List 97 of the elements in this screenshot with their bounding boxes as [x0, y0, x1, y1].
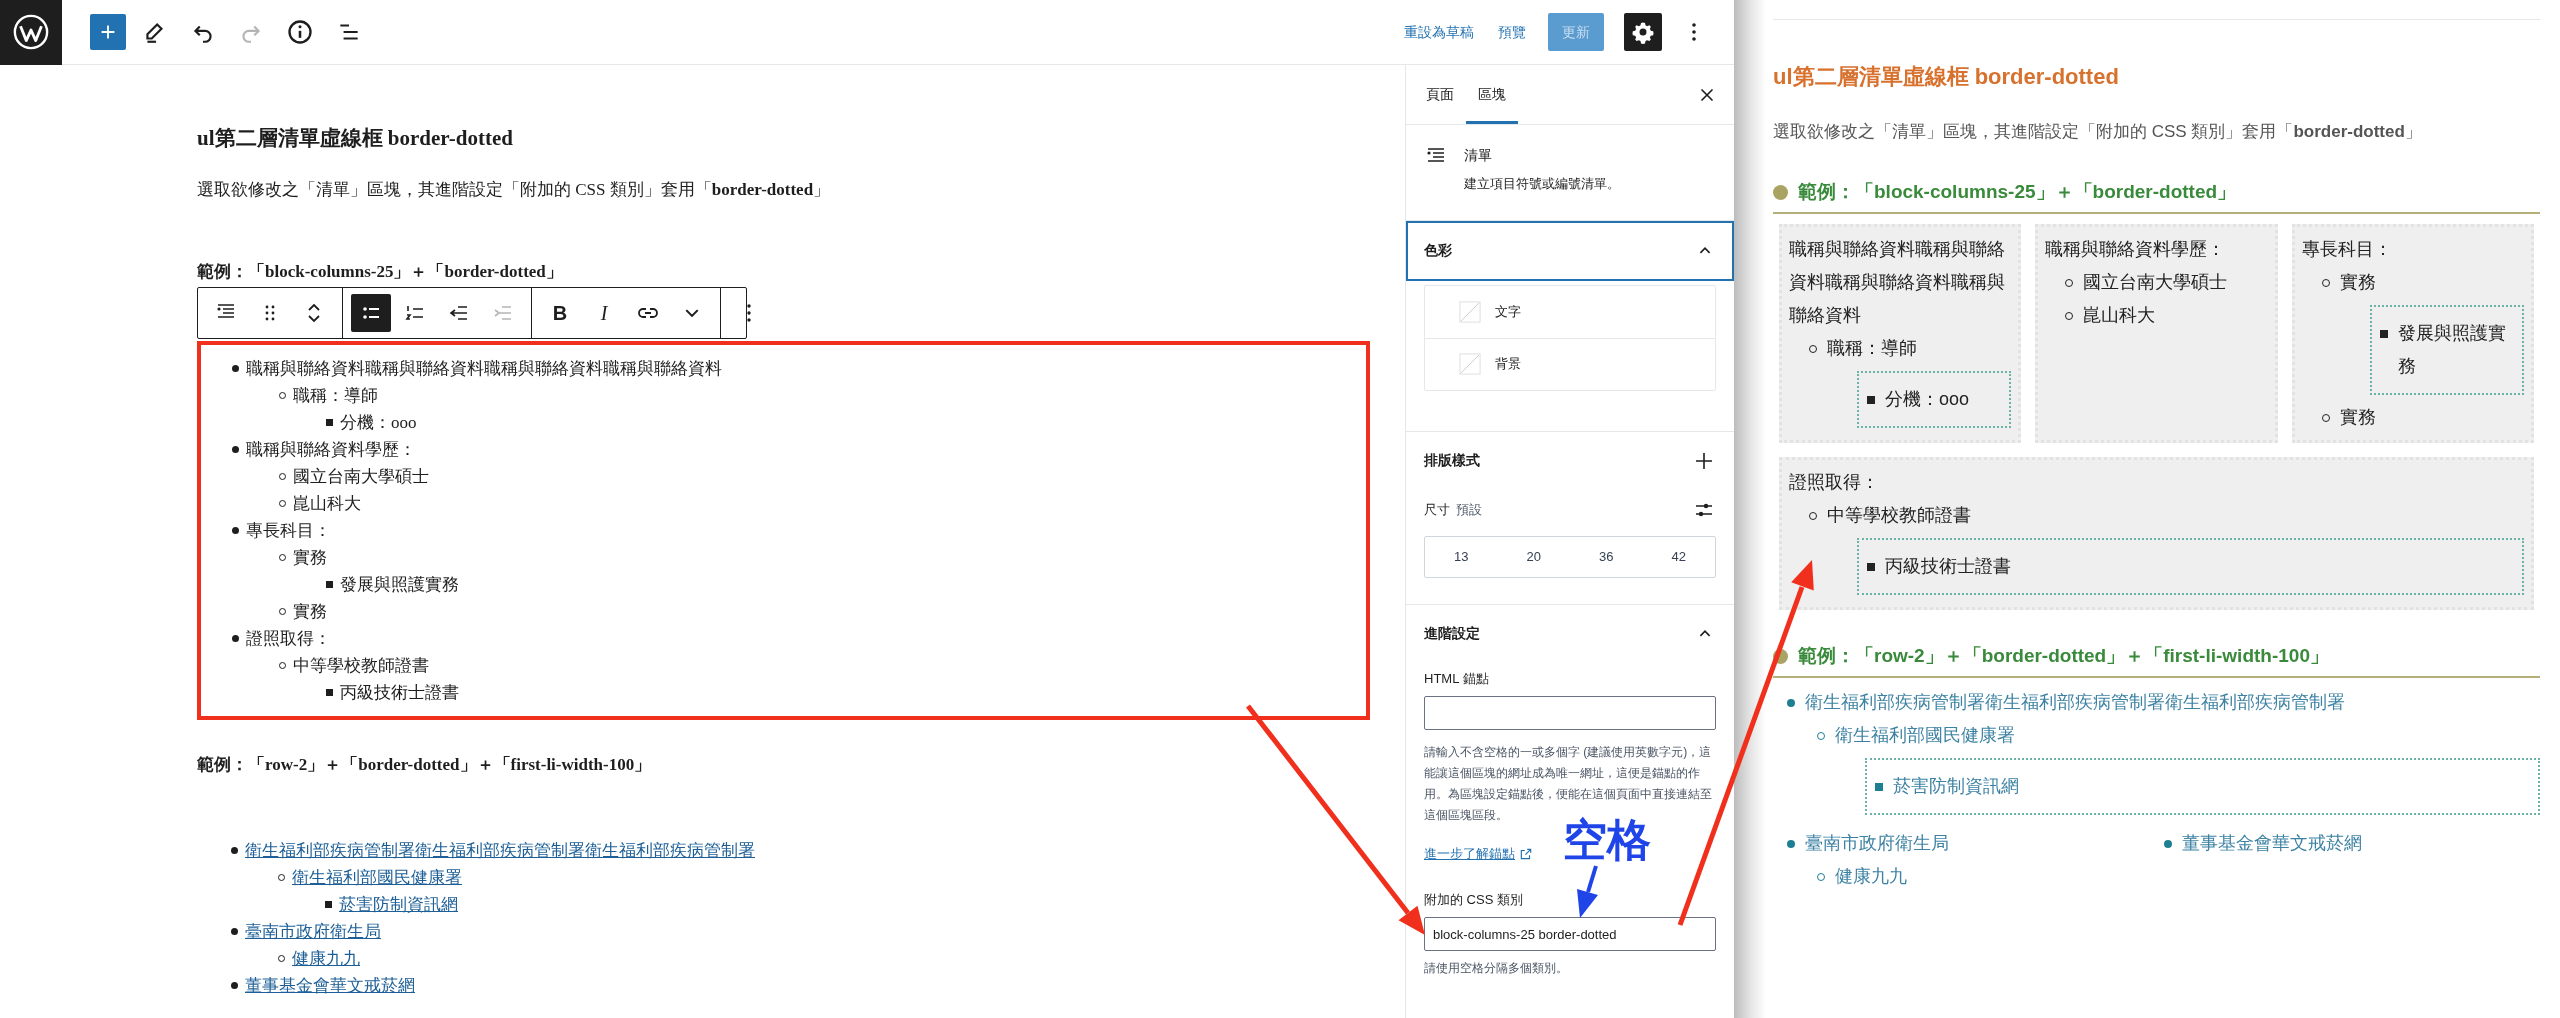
color-option[interactable]: 文字	[1425, 285, 1715, 338]
external-link-icon	[1519, 846, 1533, 861]
list-item: 職稱與聯絡資料職稱與聯絡資料職稱與聯絡資料職稱與聯絡資料	[246, 357, 722, 380]
list-item: 國立台南大學碩士	[293, 465, 429, 488]
block-name: 清單	[1464, 146, 1493, 165]
list-item: 職稱：導師	[1827, 337, 1917, 360]
list-item: 發展與照護實務	[2397, 322, 2507, 378]
bullet-icon	[232, 635, 239, 642]
bullet-icon	[326, 581, 333, 588]
bullet-icon	[1867, 563, 1875, 571]
bullet-icon	[1787, 699, 1795, 707]
list-item: 證照取得：	[246, 627, 331, 650]
list-item: 分機：ooo	[1885, 388, 1970, 411]
bullet-icon	[326, 689, 333, 696]
header-link[interactable]: 重設為草稿	[1402, 21, 1476, 43]
list-item: 實務	[293, 600, 327, 623]
bullet-icon	[232, 365, 239, 372]
add-block-button[interactable]	[90, 14, 126, 50]
heading: 範例：「row-2」＋「border-dotted」＋「first-li-width-100」	[1798, 644, 2329, 668]
tab[interactable]: 頁面	[1414, 65, 1466, 124]
link[interactable]: 健康九九	[292, 945, 360, 972]
input-field[interactable]: block-columns-25 border-dotted	[1424, 917, 1716, 951]
link[interactable]: 健康九九	[1835, 860, 1907, 893]
field-label: HTML 錨點	[1424, 669, 1490, 688]
list-item: 職稱與聯絡資料學歷：	[2045, 238, 2226, 261]
link[interactable]: 董事基金會華文戒菸網	[245, 972, 415, 999]
size-option[interactable]: 20	[1497, 536, 1570, 577]
size-option[interactable]: 36	[1570, 536, 1643, 577]
block-description: 建立項目符號或編號清單。	[1464, 175, 1620, 193]
settings-button[interactable]	[1624, 13, 1662, 51]
link[interactable]: 臺南市政府衛生局	[245, 918, 381, 945]
list-item: 實務	[2339, 406, 2376, 429]
bullet-icon	[1867, 396, 1875, 404]
paragraph: 選取欲修改之「清單」區塊，其進階設定「附加的 CSS 類別」套用「border-dotted」	[197, 179, 832, 201]
link[interactable]: 衛生福利部疾病管制署衛生福利部疾病管制署衛生福利部疾病管制署	[1805, 686, 2345, 719]
tab[interactable]: 區塊	[1466, 65, 1518, 124]
list-item: 證照取得：	[1789, 471, 1879, 494]
list-item: 崑山科大	[2083, 304, 2156, 327]
bullet-icon	[2163, 840, 2172, 848]
unordered-list-button[interactable]	[351, 294, 391, 332]
info-icon[interactable]	[286, 18, 314, 46]
panel-title: 進階設定	[1424, 624, 1480, 643]
page-title: ul第二層清單虛線框 border-dotted	[1773, 63, 2120, 91]
list-item: 崑山科大	[293, 492, 361, 515]
link[interactable]: 衛生福利部國民健康署	[292, 864, 462, 891]
list-item: 分機：ooo	[340, 411, 417, 434]
heading: 範例：「block-columns-25」＋「border-dotted」	[1798, 180, 2237, 204]
input-field[interactable]	[1424, 696, 1716, 730]
bullet-icon	[231, 847, 238, 854]
list-item: 職稱與聯絡資料職稱與聯絡資料職稱與聯絡資料職稱與聯絡資料	[1789, 238, 2006, 327]
chevron-down-icon	[685, 309, 699, 317]
list-item: 職稱與聯絡資料學歷：	[246, 438, 416, 461]
size-value: 預設	[1456, 500, 1482, 519]
paragraph: 選取欲修改之「清單」區塊，其進階設定「附加的 CSS 類別」套用「border-dotted」	[1773, 121, 2423, 143]
list-item: 職稱：導師	[293, 384, 378, 407]
bullet-icon	[2379, 330, 2388, 338]
list-item: 國立台南大學碩士	[2083, 271, 2228, 294]
list-item: 實務	[2339, 271, 2376, 294]
panel-header[interactable]: 色彩	[1406, 220, 1734, 281]
size-option[interactable]: 42	[1642, 536, 1715, 577]
list-item: 丙級技術士證書	[1885, 555, 2011, 578]
list-item: 發展與照護實務	[340, 573, 459, 596]
link[interactable]: 菸害防制資訊網	[1893, 770, 2019, 803]
bullet-icon	[1875, 783, 1883, 791]
field-label: 尺寸	[1424, 500, 1450, 519]
bullet-icon	[1787, 840, 1795, 848]
link[interactable]: 衛生福利部國民健康署	[1835, 719, 2015, 752]
list-item: 丙級技術士證書	[340, 681, 459, 704]
logo-icon[interactable]	[0, 0, 62, 65]
link[interactable]: 董事基金會華文戒菸網	[2181, 827, 2362, 860]
size-option[interactable]: 13	[1425, 536, 1498, 577]
link[interactable]: 臺南市政府衛生局	[1805, 827, 1949, 860]
arrow	[1577, 865, 1598, 918]
panel-title: 排版樣式	[1424, 451, 1480, 470]
link[interactable]: 菸害防制資訊網	[339, 891, 458, 918]
field-label: 附加的 CSS 類別	[1424, 890, 1524, 909]
link[interactable]: 衛生福利部疾病管制署衛生福利部疾病管制署衛生福利部疾病管制署	[245, 837, 755, 864]
list-item: 中等學校教師證書	[1827, 504, 1971, 527]
bullet-icon	[232, 527, 239, 534]
bullet-icon	[231, 982, 238, 989]
list-item: 中等學校教師證書	[293, 654, 429, 677]
list-item: 專長科目：	[246, 519, 331, 542]
list-item: 專長科目：	[2301, 238, 2392, 261]
bullet-icon	[231, 928, 238, 935]
heading: 範例：「block-columns-25」＋「border-dotted」	[197, 261, 564, 283]
bullet-icon	[232, 446, 239, 453]
heading: 範例：「row-2」＋「border-dotted」＋「first-li-width-100」	[197, 754, 653, 776]
bullet-icon	[325, 901, 332, 908]
italic-button[interactable]: I	[584, 294, 624, 332]
bullet-icon	[326, 419, 333, 426]
color-option[interactable]: 背景	[1425, 337, 1715, 390]
help-text: 請使用空格分隔多個類別。	[1424, 960, 1569, 977]
header-link[interactable]: 預覽	[1496, 21, 1528, 43]
bold-button[interactable]: B	[540, 294, 580, 332]
post-title: ul第二層清單虛線框 border-dotted	[197, 125, 514, 151]
gear-icon	[1631, 20, 1655, 44]
list-item: 實務	[293, 546, 327, 569]
